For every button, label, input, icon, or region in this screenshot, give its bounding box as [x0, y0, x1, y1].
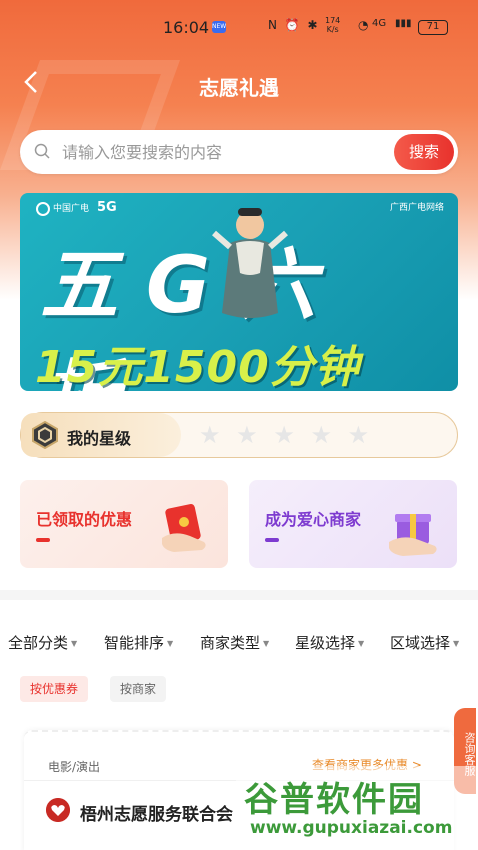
- merchant-name: 梧州志愿服务联合会: [80, 805, 233, 825]
- filter-label: 商家类型: [200, 634, 261, 652]
- filter-label: 全部分类: [8, 634, 69, 652]
- star-icon: ★: [310, 421, 336, 449]
- brand-5g: 5G: [97, 200, 117, 215]
- filter-label: 星级选择: [295, 634, 356, 652]
- section-divider: [0, 590, 478, 600]
- banner-brand-logo: 中国广电 5G: [36, 199, 117, 218]
- filter-star-level[interactable]: 星级选择 ▼: [295, 632, 364, 653]
- filter-label: 智能排序: [104, 634, 165, 652]
- filter-all-categories[interactable]: 全部分类 ▼: [8, 632, 77, 653]
- watermark: 谷普软件园 www.gupuxiazai.com: [236, 766, 478, 850]
- status-icons: N ⏰ ✱: [268, 18, 320, 32]
- filter-smart-sort[interactable]: 智能排序 ▼: [104, 632, 173, 653]
- claimed-coupons-title: 已领取的优惠: [36, 510, 133, 529]
- search-button[interactable]: 搜索: [394, 134, 454, 170]
- network-speed: 174 K/s: [325, 16, 341, 34]
- search-icon: [34, 143, 50, 159]
- brand-circle-icon: [36, 201, 50, 216]
- filter-region[interactable]: 区域选择 ▼: [390, 632, 459, 653]
- star-icon: ★: [236, 421, 262, 449]
- star-icon: ★: [199, 421, 225, 449]
- search-bar: 搜索: [20, 130, 458, 174]
- merchant-category: 电影/演出: [48, 760, 101, 774]
- watermark-title: 谷普软件园: [244, 780, 424, 820]
- accent-dash: [265, 538, 279, 542]
- child-illustration-icon: [212, 208, 288, 318]
- star-label-area: 我的星级: [21, 413, 181, 457]
- status-bar: 16:04 NEW N ⏰ ✱ 174 K/s ◔ 4G ▮▮▮ 71: [0, 12, 478, 42]
- caret-down-icon: ▼: [71, 639, 78, 648]
- battery-icon: 71: [418, 20, 448, 35]
- page-title: 志愿礼遇: [199, 76, 279, 100]
- notification-badge-icon: NEW: [212, 21, 226, 33]
- network-type: 4G: [372, 18, 387, 29]
- caret-down-icon: ▼: [358, 639, 365, 648]
- search-input[interactable]: [62, 138, 402, 166]
- star-level-label: 我的星级: [67, 429, 132, 448]
- filter-bar: 全部分类 ▼ 智能排序 ▼ 商家类型 ▼ 星级选择 ▼ 区域选择 ▼: [8, 632, 478, 654]
- promo-banner[interactable]: 中国广电5G 广西广电网络 五G六折 15元1500分钟: [20, 193, 458, 391]
- signal-icon: ▮▮▮: [395, 18, 412, 29]
- status-time: 16:04: [163, 18, 210, 37]
- filter-merchant-type[interactable]: 商家类型 ▼: [200, 632, 269, 653]
- gift-box-icon: [389, 514, 437, 556]
- hexagon-badge-icon: [32, 421, 58, 449]
- wifi-icon: ◔: [358, 18, 369, 32]
- watermark-url: www.gupuxiazai.com: [250, 818, 453, 838]
- tab-by-merchant[interactable]: 按商家: [110, 676, 167, 702]
- coupon-hand-icon: [162, 504, 206, 552]
- accent-dash: [36, 538, 50, 542]
- tab-by-coupon[interactable]: 按优惠券: [20, 676, 89, 702]
- banner-partner-logo: 广西广电网络: [389, 203, 444, 213]
- star-icon: ★: [273, 421, 299, 449]
- star-level-card[interactable]: 我的星级 ★ ★ ★ ★ ★: [20, 412, 458, 458]
- star-icon: ★: [347, 421, 374, 449]
- brand-name: 中国广电: [53, 204, 90, 214]
- filter-label: 区域选择: [390, 634, 451, 652]
- caret-down-icon: ▼: [453, 639, 460, 648]
- caret-down-icon: ▼: [263, 639, 270, 648]
- become-merchant-title: 成为爱心商家: [265, 510, 362, 529]
- caret-down-icon: ▼: [167, 639, 174, 648]
- volunteer-logo-icon: [46, 798, 70, 822]
- star-rating: ★ ★ ★ ★ ★: [199, 421, 373, 449]
- banner-subline: 15元1500分钟: [35, 342, 360, 391]
- become-merchant-card[interactable]: 成为爱心商家: [249, 480, 457, 568]
- claimed-coupons-card[interactable]: 已领取的优惠: [20, 480, 228, 568]
